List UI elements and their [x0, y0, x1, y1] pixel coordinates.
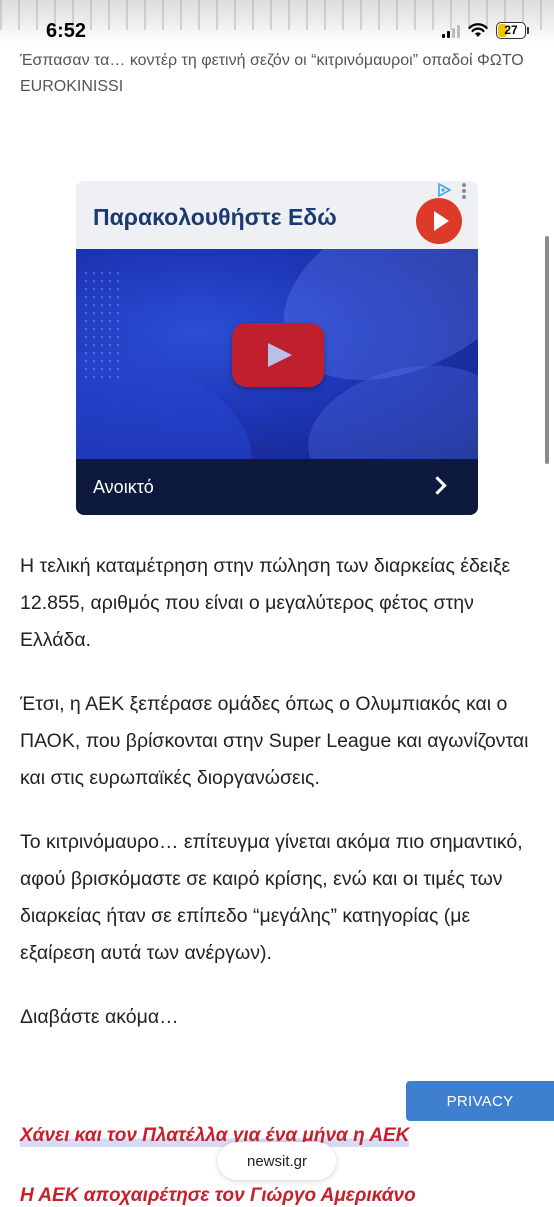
ad-title[interactable]: Παρακολουθήστε Εδώ [93, 204, 337, 231]
related-article-link[interactable]: Η ΑΕΚ αποχαιρέτησε τον Γιώργο Αμερικάνο [20, 1185, 416, 1207]
ad-header[interactable]: Παρακολουθήστε Εδώ [76, 181, 478, 249]
ad-video[interactable] [76, 249, 478, 459]
chevron-right-icon[interactable] [428, 476, 447, 495]
battery-level: 27 [504, 23, 518, 37]
privacy-button[interactable]: PRIVACY [406, 1081, 554, 1121]
play-icon[interactable] [416, 198, 462, 244]
battery-icon: 27 [496, 22, 526, 39]
status-time: 6:52 [46, 20, 87, 42]
video-decoration [82, 269, 122, 379]
ad-open-label[interactable]: Ανοικτό [93, 477, 154, 498]
ad-choices-icon[interactable] [437, 183, 453, 197]
article-paragraph: Το κιτρινόμαυρο… επίτευγμα γίνεται ακόμα… [20, 831, 523, 964]
cellular-signal-icon [442, 24, 462, 38]
scrollbar[interactable] [545, 236, 549, 464]
ad-footer[interactable]: Ανοικτό [76, 459, 478, 515]
article-paragraph: Έτσι, η ΑΕΚ ξεπέρασε ομάδες όπως ο Ολυμπ… [20, 693, 529, 789]
article-paragraph: Η τελική καταμέτρηση στην πώληση των δια… [20, 555, 511, 651]
battery-nub [527, 27, 529, 34]
read-more-label: Διαβάστε ακόμα… [20, 1006, 179, 1028]
kebab-menu-icon[interactable] [462, 183, 468, 199]
image-caption: Έσπασαν τα… κοντέρ τη φετινή σεζόν οι “κ… [20, 52, 524, 95]
wifi-icon [468, 23, 488, 37]
video-play-icon[interactable] [232, 323, 324, 387]
status-bar: 6:52 27 [0, 0, 554, 44]
related-article-link[interactable]: Χάνει και τον Πλατέλλα για ένα μήνα η ΑΕ… [20, 1125, 410, 1147]
address-bar[interactable]: newsit.gr [218, 1142, 336, 1180]
advertisement[interactable]: Παρακολουθήστε Εδώ Ανοικτό [76, 181, 478, 515]
article-body: Η τελική καταμέτρηση στην πώληση των δια… [20, 548, 540, 1063]
